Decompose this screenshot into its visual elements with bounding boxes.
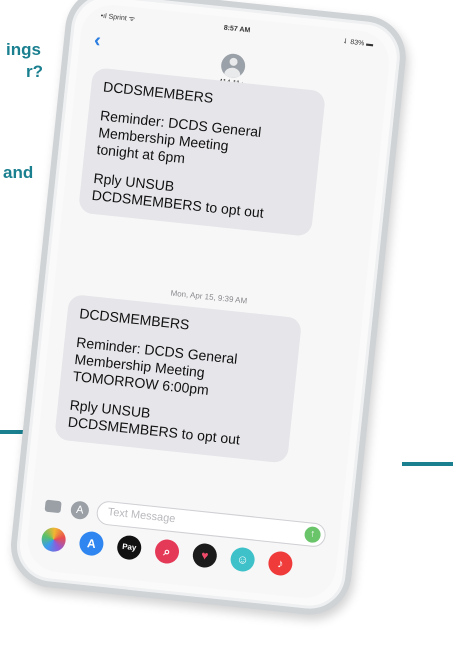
message-footer: Rply UNSUB DCDSMEMBERS to opt out	[91, 169, 265, 221]
app-store-icon[interactable]: A	[78, 530, 105, 557]
photos-icon[interactable]	[40, 526, 67, 553]
message-bubble[interactable]: DCDSMEMBERS Reminder: DCDS General Membe…	[54, 293, 303, 464]
background-text-1: ings	[6, 40, 41, 59]
phone-frame: •ıl Sprint ᯤ 8:57 AM ⇃ 83% ▬ ‹ 414-11 › …	[6, 0, 410, 619]
camera-icon[interactable]	[44, 499, 62, 514]
digital-touch-icon[interactable]: ♥	[191, 542, 219, 569]
background-text-2: r?	[26, 62, 43, 81]
message-body: Reminder: DCDS General Membership Meetin…	[72, 333, 239, 398]
battery-icon: ⇃ 83% ▬	[342, 38, 374, 49]
phone-mockup: •ıl Sprint ᯤ 8:57 AM ⇃ 83% ▬ ‹ 414-11 › …	[4, 0, 453, 649]
message-footer: Rply UNSUB DCDSMEMBERS to opt out	[67, 396, 241, 448]
phone-screen: •ıl Sprint ᯤ 8:57 AM ⇃ 83% ▬ ‹ 414-11 › …	[24, 1, 393, 602]
status-time: 8:57 AM	[223, 24, 251, 35]
avatar	[219, 52, 247, 79]
app-store-icon[interactable]: A	[69, 500, 90, 521]
arrow-up-icon[interactable]: ↑	[303, 525, 322, 544]
background-text-3: and	[3, 163, 34, 182]
apple-pay-icon[interactable]: Pay	[116, 534, 143, 561]
message-input-placeholder: Text Message	[107, 506, 176, 526]
animoji-icon[interactable]: ☺	[229, 546, 256, 573]
image-search-icon[interactable]: ⌕	[153, 538, 181, 565]
message-body: Reminder: DCDS General Membership Meetin…	[95, 107, 263, 167]
message-bubble[interactable]: DCDSMEMBERS Reminder: DCDS General Membe…	[77, 67, 326, 237]
music-icon[interactable]: ♪	[267, 550, 294, 577]
